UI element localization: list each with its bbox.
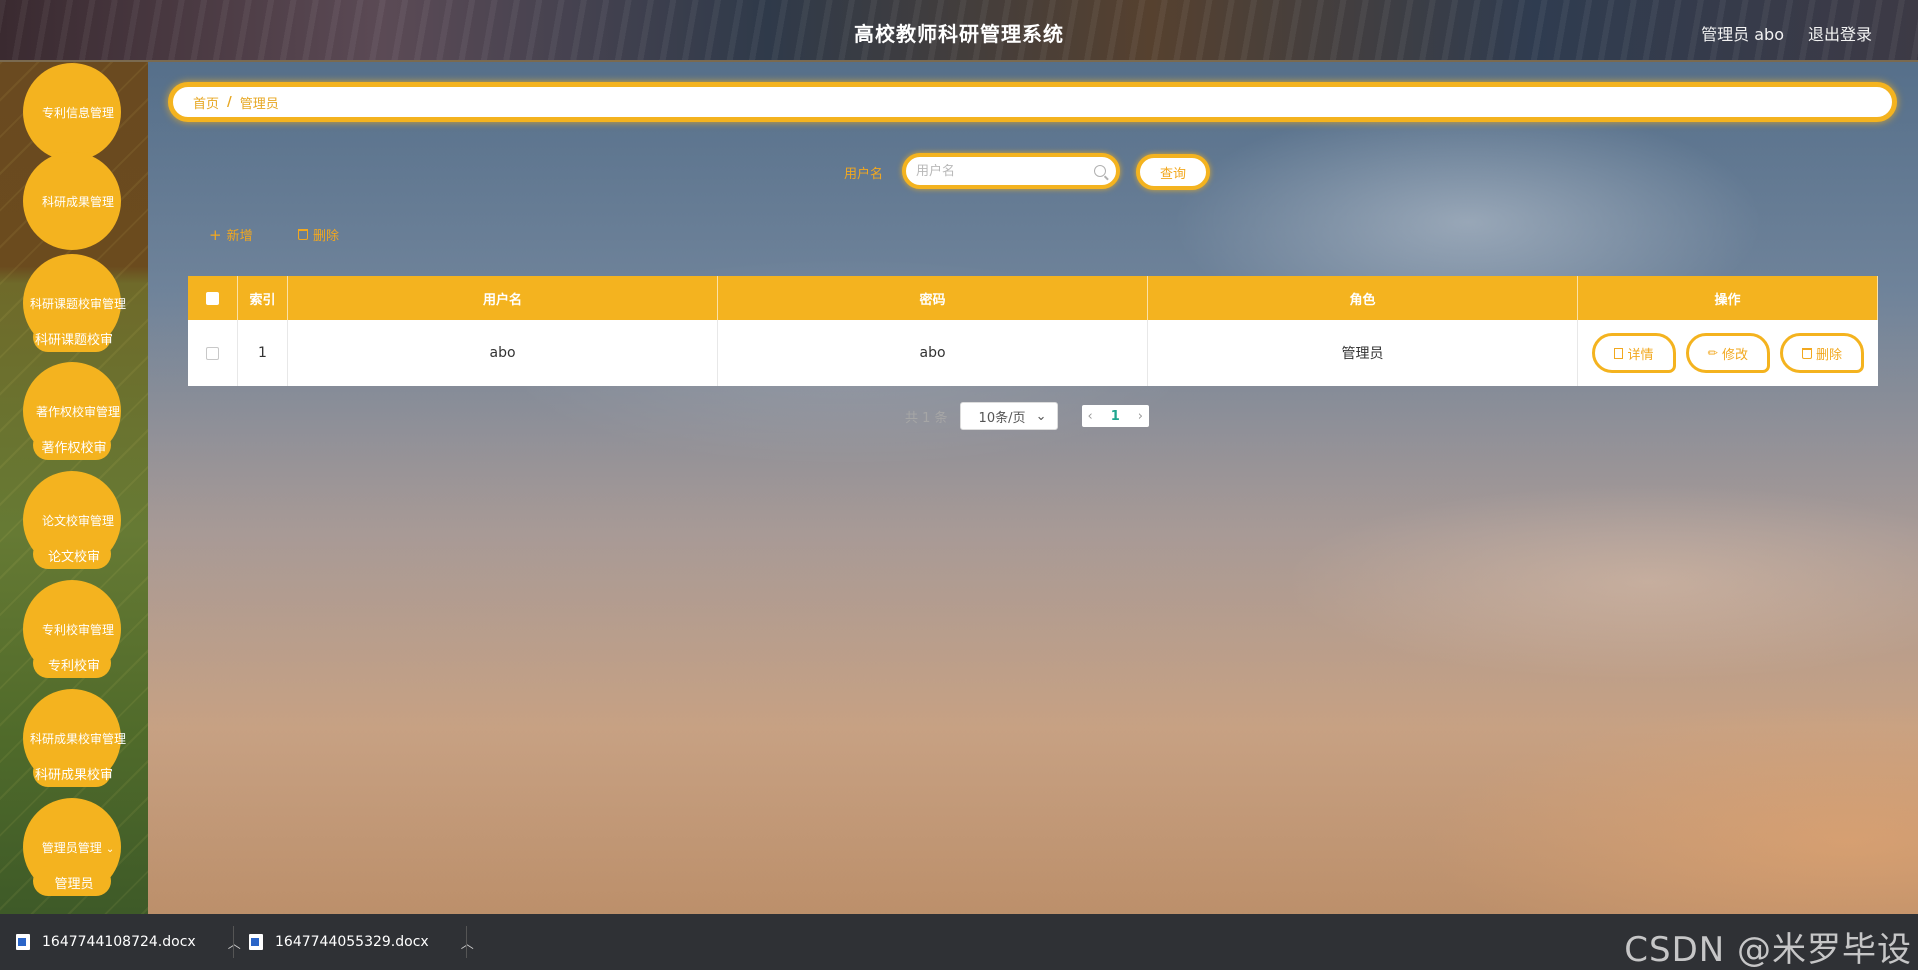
pencil-icon: ✎: [1704, 344, 1722, 362]
add-button[interactable]: + 新增: [209, 225, 253, 245]
column-header-index: 索引: [238, 276, 288, 320]
chevron-up-icon[interactable]: ︿: [228, 933, 241, 952]
trash-icon: [298, 229, 308, 240]
row-checkbox[interactable]: [206, 346, 219, 360]
background-sky: [148, 62, 1918, 914]
search-icon: [1094, 165, 1106, 177]
sidebar: 专利信息管理 科研成果管理 科研课题校审管理 科研课题校审 著作权校审管理 著作…: [0, 62, 148, 914]
submenu-copyright-review[interactable]: 著作权校审: [0, 437, 148, 456]
pagination-total: 共 1 条: [905, 410, 948, 426]
table-row: 1 abo abo 管理员 详情 ✎ 修改 删除: [188, 320, 1878, 386]
submenu-paper-review[interactable]: 论文校审: [0, 546, 148, 565]
breadcrumb-separator: /: [227, 94, 232, 110]
row-checkbox-cell: [188, 320, 238, 386]
breadcrumb: 首页 / 管理员: [168, 82, 1897, 122]
add-label: 新增: [226, 229, 253, 244]
delete-label: 删除: [313, 229, 340, 244]
column-header-username: 用户名: [288, 276, 718, 320]
top-header: 高校教师科研管理系统 管理员 abo 退出登录: [0, 0, 1918, 62]
submenu-admin[interactable]: 管理员: [0, 873, 148, 892]
column-header-password: 密码: [718, 276, 1148, 320]
search-field[interactable]: [902, 153, 1120, 189]
cell-username: abo: [288, 320, 718, 386]
menu-admin-label: 管理员管理: [41, 840, 102, 855]
detail-button[interactable]: 详情: [1592, 333, 1676, 373]
chevron-down-icon: ⌄: [105, 843, 115, 855]
menu-patent-info[interactable]: 专利信息管理: [23, 63, 121, 161]
submenu-results-review[interactable]: 科研成果校审: [0, 764, 148, 783]
pagination: 共 1 条 10条/页 ⌄ ‹ 1 ›: [905, 402, 1149, 430]
search-label: 用户名: [844, 167, 884, 182]
current-user-label: 管理员 abo: [1701, 25, 1784, 44]
table-header: 索引 用户名 密码 角色 操作: [188, 276, 1878, 320]
word-document-icon: [249, 934, 263, 950]
column-header-actions: 操作: [1578, 276, 1878, 320]
prev-page-icon[interactable]: ‹: [1088, 409, 1093, 424]
divider: [466, 926, 467, 958]
edit-button[interactable]: ✎ 修改: [1686, 333, 1770, 373]
submenu-patent-review[interactable]: 专利校审: [0, 655, 148, 674]
document-icon: [1614, 347, 1624, 359]
row-delete-button[interactable]: 删除: [1780, 333, 1864, 373]
trash-icon: [1801, 347, 1812, 359]
header-user-area: 管理员 abo 退出登录: [1701, 21, 1872, 45]
download-item[interactable]: 1647744055329.docx ︿: [249, 914, 474, 970]
download-filename: 1647744055329.docx: [275, 934, 429, 950]
cell-role: 管理员: [1148, 320, 1578, 386]
breadcrumb-current: 管理员: [239, 96, 279, 112]
header-checkbox-cell: [188, 276, 238, 320]
current-page[interactable]: 1: [1111, 409, 1120, 424]
divider: [233, 926, 234, 958]
search-input[interactable]: [916, 163, 1094, 179]
cell-password: abo: [718, 320, 1148, 386]
watermark-text: CSDN @米罗毕设: [1624, 930, 1912, 970]
plus-icon: +: [209, 225, 222, 244]
query-button[interactable]: 查询: [1136, 154, 1210, 190]
cell-index: 1: [238, 320, 288, 386]
edit-label: 修改: [1722, 347, 1749, 363]
download-filename: 1647744108724.docx: [42, 934, 196, 950]
admin-table: 索引 用户名 密码 角色 操作 1 abo abo 管理员 详情 ✎ 修改 删除: [188, 276, 1878, 386]
logout-button[interactable]: 退出登录: [1808, 21, 1872, 45]
page-size-select[interactable]: 10条/页 ⌄: [959, 402, 1058, 430]
next-page-icon[interactable]: ›: [1138, 409, 1143, 424]
select-all-checkbox[interactable]: [206, 291, 219, 305]
word-document-icon: [16, 934, 30, 950]
page-navigator: ‹ 1 ›: [1081, 405, 1149, 427]
chevron-down-icon: ⌄: [1035, 408, 1047, 424]
row-delete-label: 删除: [1815, 347, 1842, 363]
menu-research-results[interactable]: 科研成果管理: [23, 152, 121, 250]
submenu-research-topic-review[interactable]: 科研课题校审: [0, 329, 148, 348]
column-header-role: 角色: [1148, 276, 1578, 320]
cell-actions: 详情 ✎ 修改 删除: [1578, 320, 1878, 386]
page-size-value: 10条/页: [978, 410, 1026, 426]
batch-delete-button[interactable]: 删除: [298, 225, 339, 244]
download-item[interactable]: 1647744108724.docx ︿: [16, 914, 241, 970]
downloads-bar: 1647744108724.docx ︿ 1647744055329.docx …: [0, 914, 1918, 970]
breadcrumb-home[interactable]: 首页: [193, 93, 219, 112]
chevron-up-icon[interactable]: ︿: [461, 933, 474, 952]
detail-label: 详情: [1627, 347, 1654, 363]
app-title: 高校教师科研管理系统: [854, 22, 1064, 46]
